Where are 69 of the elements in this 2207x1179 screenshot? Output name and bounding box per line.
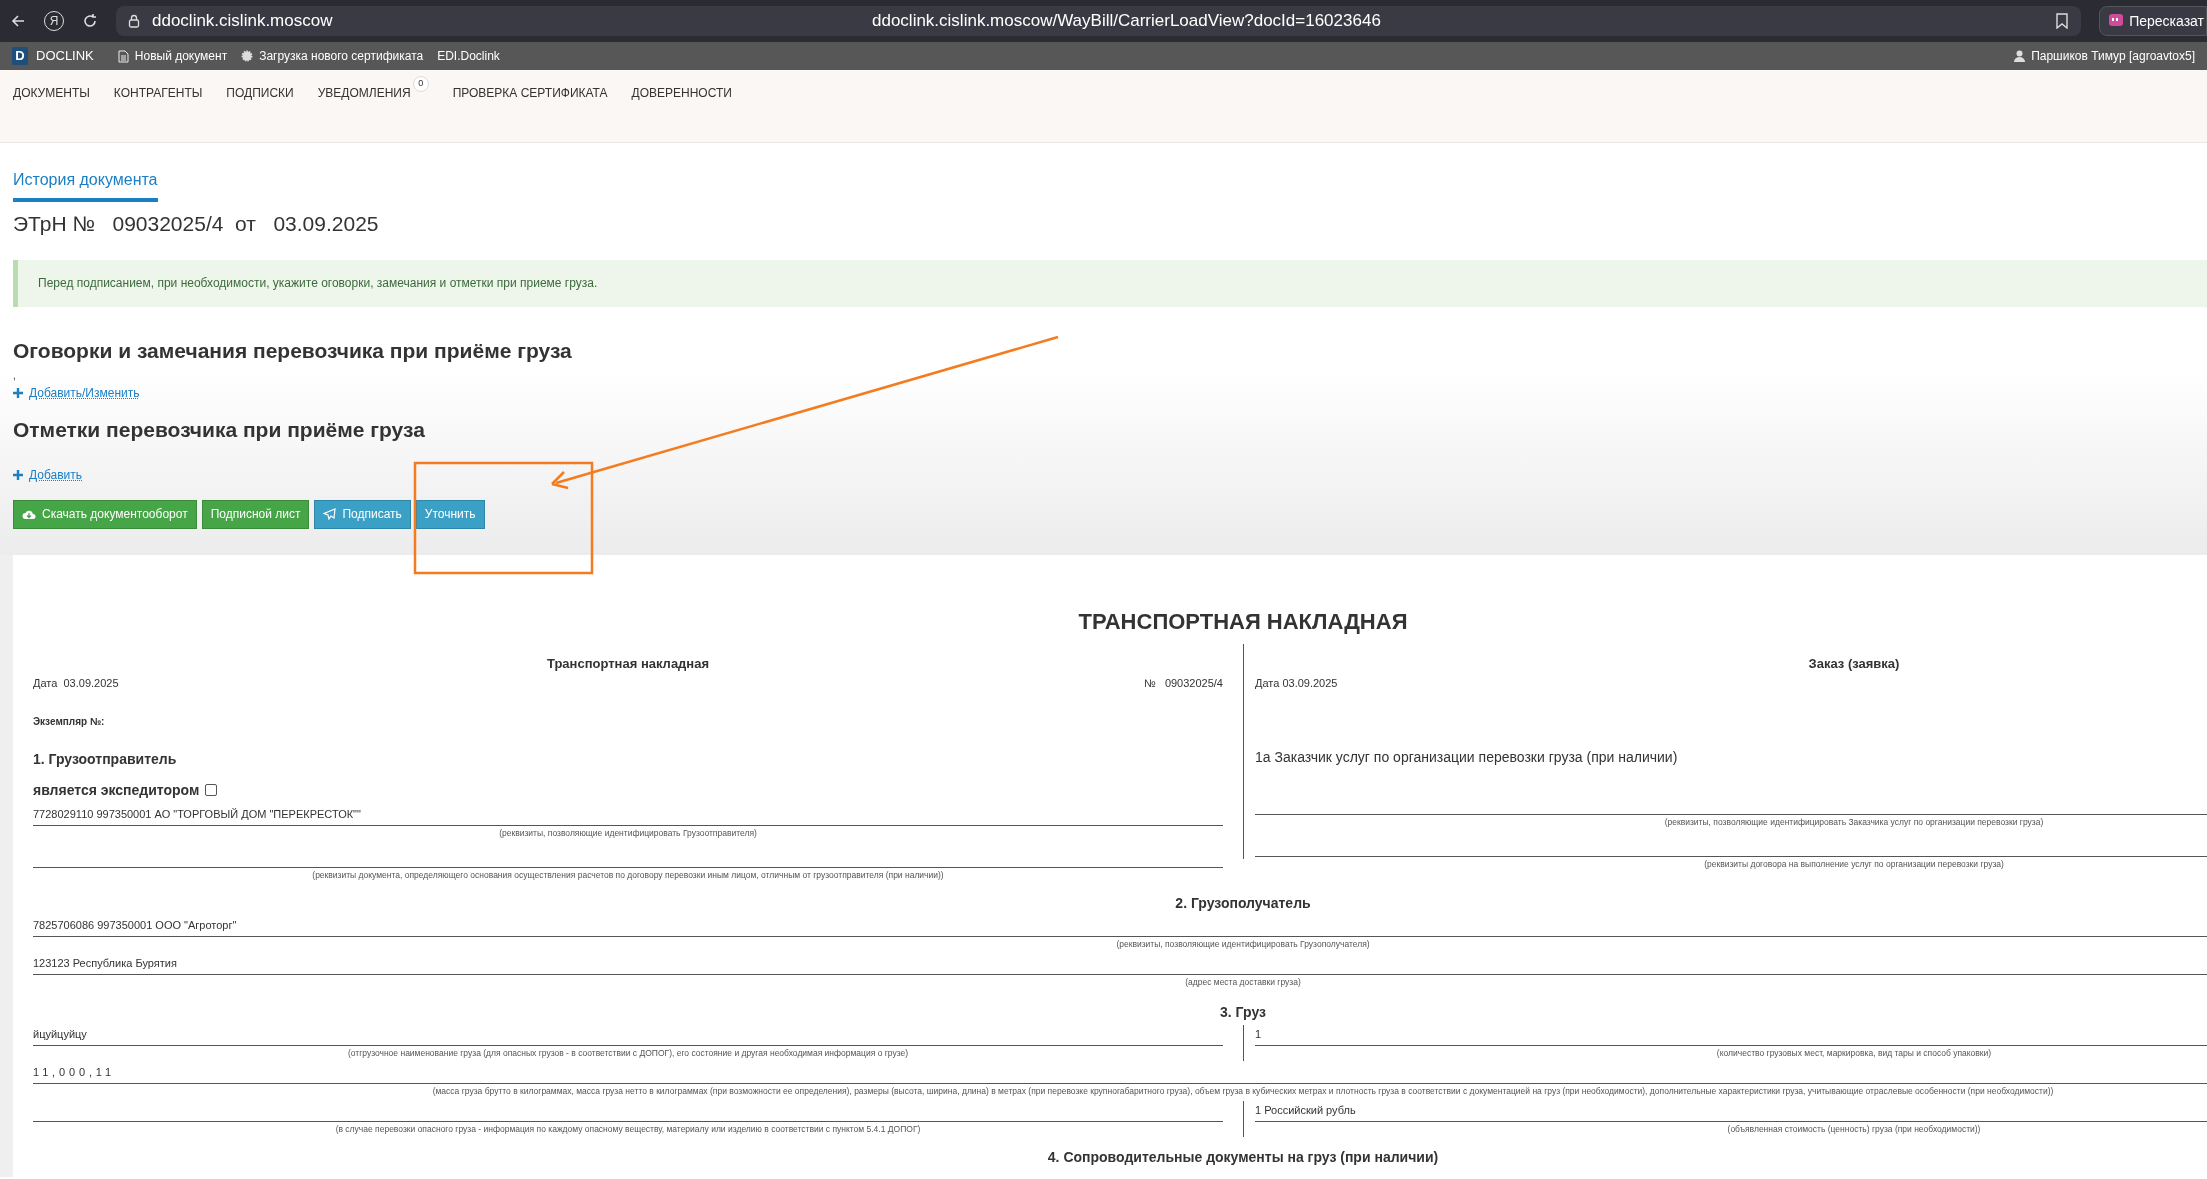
field-caption: (количество грузовых мест, маркировка, вид тары и способ упаковки) [1716, 1046, 1992, 1060]
section-heading: Отметки перевозчика при приёме груза [13, 417, 426, 443]
logo-icon[interactable]: D [12, 47, 28, 65]
quote-icon [2108, 13, 2125, 29]
number-text: № 09032025/4 [1143, 676, 1223, 691]
notification-badge: 0 [412, 76, 429, 92]
section-heading: Оговорки и замечания перевозчика при приёме груза [13, 337, 573, 364]
field-caption: (реквизиты договора на выполнение услуг по организации перевозки груза) [1704, 857, 2004, 871]
back-icon[interactable] [10, 13, 26, 29]
section-title: 3. Груз [1220, 1002, 1266, 1022]
field-caption: (реквизиты, позволяющие идентифицировать Грузополучателя) [1116, 937, 1370, 951]
info-alert: Перед подписанием, при необходимости, укажите оговорки, замечания и отметки при приеме груза. [13, 259, 2207, 307]
field-caption: (реквизиты, позволяющие идентифицировать Грузоотправителя) [499, 826, 757, 840]
address-bar[interactable]: ddoclink.cislink.moscow ddoclink.cislink.moscow/WayBill/CarrierLoadView?docId=16023646 [116, 6, 2082, 36]
field-caption: (реквизиты, позволяющие идентифицировать Заказчика услуг по организации перевозки груза) [1664, 815, 2044, 829]
column-heading: Заказ (заявка) [1808, 654, 1900, 673]
header-link[interactable]: Новый документ [134, 47, 228, 65]
retell-button[interactable]: Пересказат [2099, 6, 2207, 36]
fill-in-line: 7728029110 997350001 АО "ТОРГОВЫЙ ДОМ "ПЕРЕКРЕСТОК"" [33, 804, 1223, 826]
column-heading: Транспортная накладная [546, 654, 710, 673]
fill-in-line: 1 [1255, 1024, 2207, 1046]
fill-in-line: 123123 Республика Бурятия [33, 953, 2207, 975]
user-icon [2014, 50, 2026, 62]
field-caption: (в случае перевозки опасного груза - информация по каждому опасному веществу, материалу или изделию в соответствии с пунктом 5.4.1 ДОПОГ) [335, 1122, 921, 1136]
gear-icon [241, 50, 254, 62]
forwarder-checkbox[interactable] [205, 784, 218, 796]
nav-link[interactable]: УВЕДОМЛЕНИЯ [317, 80, 411, 106]
nav-link[interactable]: ДОВЕРЕННОСТИ [631, 80, 732, 106]
history-tab[interactable]: История документа [13, 168, 158, 202]
section-title: 4. Сопроводительные документы на груз (при наличии) [1047, 1147, 1439, 1167]
nav-link[interactable]: ДОКУМЕНТЫ [13, 80, 90, 106]
field-caption: (реквизиты документа, определяющего основания осуществления расчетов по договору перевозки иным лицом, отличным от грузоотправителя (при наличии)) [312, 868, 944, 882]
cloud-download-icon [22, 508, 36, 520]
nav-link[interactable]: КОНТРАГЕНТЫ [113, 80, 203, 106]
brand-link[interactable]: DOCLINK [36, 46, 94, 66]
header-link[interactable]: EDI.Doclink [437, 47, 500, 65]
reload-icon[interactable] [82, 13, 98, 29]
plus-icon [13, 388, 23, 398]
nav-link[interactable]: ПРОВЕРКА СЕРТИФИКАТА [452, 80, 608, 106]
date-text: Дата 03.09.2025 [1255, 676, 1338, 691]
forwarder-label: является экспедитором [33, 780, 200, 800]
fill-in-line: 7825706086 997350001 ООО "Агроторг" [33, 915, 2207, 937]
plus-icon [13, 469, 23, 480]
add-link[interactable]: Добавить [29, 465, 83, 484]
lock-icon [128, 14, 140, 28]
field-caption: (отгрузочное наименование груза (для опасных грузов - в соответствии с ДОПОГ), его состояние и другая необходимая информация о грузе) [347, 1046, 909, 1060]
add-link[interactable]: Добавить/Изменить [29, 384, 140, 402]
field-caption: (объявленная стоимость (ценность) груза (при необходимости)) [1727, 1122, 1981, 1136]
fill-in-line: йцуйцуйцу [33, 1024, 1223, 1046]
bookmark-icon[interactable] [2055, 13, 2070, 29]
header-link[interactable]: Загрузка нового сертификата [259, 47, 424, 65]
fill-in-line: 1 Российский рубль [1255, 1100, 2207, 1122]
document-heading: ТРАНСПОРТНАЯ НАКЛАДНАЯ [1078, 607, 1408, 636]
address-domain: ddoclink.cislink.moscow [152, 10, 333, 33]
user-link[interactable]: Паршиков Тимур [agroavtox5] [2031, 47, 2195, 65]
remark-text: , [13, 370, 16, 382]
section-title: 2. Грузополучатель [1175, 893, 1311, 913]
section-title: 1. Грузоотправитель [33, 749, 177, 769]
date-text: Дата 03.09.2025 [33, 676, 119, 691]
field-caption: (масса груза брутто в килограммах, масса груза нетто в килограммах (при возможности ее определения), размеры (высота, ширина, длина) в метрах (при перевозке крупногабаритного груза), объем груза в кубических метрах и плотность груза в соответствии с документацией на груз (при необходимости), дополнительные характеристики груза, учитывающие отраслевые особенности (при необходимости)) [432, 1084, 2054, 1098]
paper-plane-icon [323, 508, 337, 520]
address-url: ddoclink.cislink.moscow/WayBill/CarrierLoadView?docId=16023646 [872, 10, 1381, 33]
section-title: 1а Заказчик услуг по организации перевозки груза (при наличии) [1255, 747, 1678, 767]
copy-label: Экземпляр №: [33, 714, 105, 729]
nav-link[interactable]: ПОДПИСКИ [226, 80, 294, 106]
field-caption: (адрес места доставки груза) [1185, 975, 1301, 989]
document-icon [117, 49, 129, 63]
fill-in-line: 11,000,11 [33, 1062, 2207, 1084]
document-title: ЭТрН № 09032025/4 от 03.09.2025 [13, 211, 380, 237]
